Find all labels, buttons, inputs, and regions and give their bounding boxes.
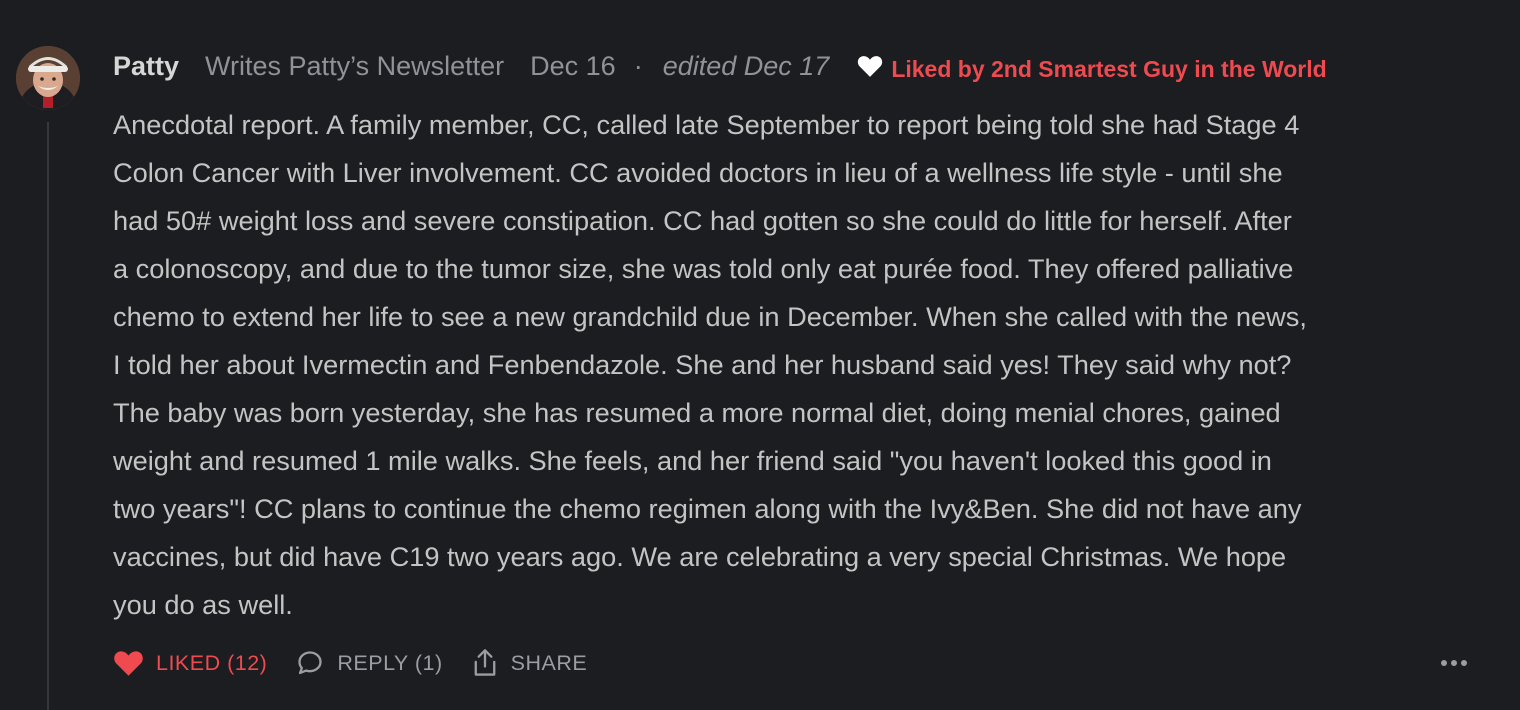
comment-body: Anecdotal report. A family member, CC, c… [113,101,1473,629]
body-line: had 50# weight loss and severe constipat… [113,205,1292,236]
body-line: chemo to extend her life to see a new gr… [113,301,1307,332]
liked-by-badge: Liked by 2nd Smartest Guy in the World [857,55,1327,83]
comment-header: Patty Writes Patty’s Newsletter Dec 16 ·… [113,46,1327,86]
body-line: The baby was born yesterday, she has res… [113,397,1281,428]
body-line: weight and resumed 1 mile walks. She fee… [113,445,1272,476]
reply-button[interactable]: REPLY (1) [295,649,442,677]
avatar-image [16,46,80,110]
author-name[interactable]: Patty [113,51,179,82]
liked-by-text: Liked by 2nd Smartest Guy in the World [891,55,1327,82]
comment-date[interactable]: Dec 16 [530,51,616,82]
comment-actions: LIKED (12) REPLY (1) SHARE [113,642,615,684]
ellipsis-icon [1441,660,1467,666]
share-label: SHARE [510,650,588,675]
thread-line [47,122,49,710]
comment: Patty Writes Patty’s Newsletter Dec 16 ·… [0,0,1520,710]
body-line: you do as well. [113,589,293,620]
edited-label: edited Dec 17 [662,50,830,81]
body-line: Colon Cancer with Liver involvement. CC … [113,157,1283,188]
avatar[interactable] [16,46,80,110]
share-icon [474,649,496,676]
body-line: a colonoscopy, and due to the tumor size… [113,253,1294,284]
white-heart-icon [858,56,883,77]
separator-dot: · [633,50,643,81]
more-options-button[interactable] [1438,652,1470,674]
speech-bubble-icon [298,651,323,675]
reply-label: REPLY (1) [337,650,443,675]
body-line: Anecdotal report. A family member, CC, c… [113,109,1300,140]
publication-link[interactable]: Writes Patty’s Newsletter [205,51,504,82]
body-line: vaccines, but did have C19 two years ago… [113,541,1287,572]
body-line: I told her about Ivermectin and Fenbenda… [113,349,1292,380]
like-button[interactable]: LIKED (12) [113,649,267,677]
like-label: LIKED (12) [156,650,268,675]
heart-icon [114,651,143,676]
body-line: two years"! CC plans to continue the che… [113,493,1302,524]
share-button[interactable]: SHARE [471,648,588,678]
